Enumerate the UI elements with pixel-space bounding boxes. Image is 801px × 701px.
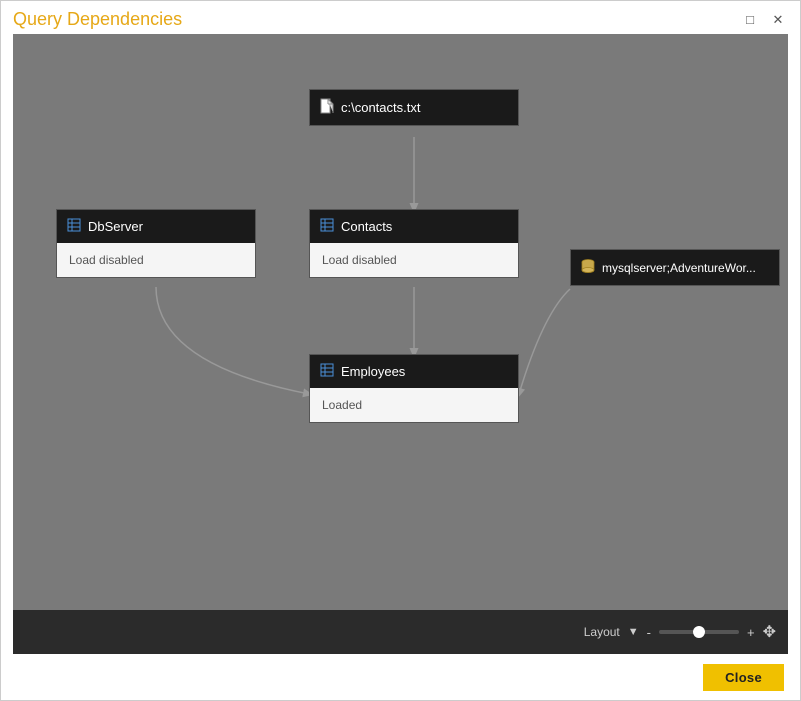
node-header-dbserver: DbServer xyxy=(57,210,255,243)
node-dbserver[interactable]: DbServer Load disabled xyxy=(56,209,256,278)
node-label-mysql: mysqlserver;AdventureWor... xyxy=(602,261,756,275)
window-controls: □ ✕ xyxy=(740,10,788,30)
node-status-contacts: Load disabled xyxy=(310,243,518,277)
db-icon xyxy=(581,258,595,277)
node-status-employees: Loaded xyxy=(310,388,518,422)
node-header-employees: Employees xyxy=(310,355,518,388)
node-status-dbserver: Load disabled xyxy=(57,243,255,277)
dependency-canvas: c:\contacts.txt DbServer Load disabled C… xyxy=(13,34,788,610)
main-window: Query Dependencies □ ✕ xyxy=(0,0,801,701)
window-title: Query Dependencies xyxy=(13,9,182,30)
node-label-dbserver: DbServer xyxy=(88,219,143,234)
node-contacts-txt[interactable]: c:\contacts.txt xyxy=(309,89,519,126)
zoom-track[interactable] xyxy=(659,630,739,634)
fit-to-screen-button[interactable]: ✥ xyxy=(763,622,776,642)
node-contacts[interactable]: Contacts Load disabled xyxy=(309,209,519,278)
title-bar: Query Dependencies □ ✕ xyxy=(1,1,800,34)
node-label-contacts-txt: c:\contacts.txt xyxy=(341,100,420,115)
minimize-button[interactable]: □ xyxy=(740,10,760,30)
chevron-down-icon: ▼ xyxy=(628,626,639,638)
close-window-button[interactable]: ✕ xyxy=(768,10,788,30)
node-employees[interactable]: Employees Loaded xyxy=(309,354,519,423)
node-mysql[interactable]: mysqlserver;AdventureWor... xyxy=(570,249,780,286)
node-label-employees: Employees xyxy=(341,364,405,379)
footer-row: Close xyxy=(1,654,800,700)
node-header-contacts-txt: c:\contacts.txt xyxy=(310,90,518,125)
node-header-contacts: Contacts xyxy=(310,210,518,243)
table-icon-contacts xyxy=(320,218,334,235)
layout-dropdown-button[interactable]: ▼ xyxy=(628,626,639,638)
table-icon-employees xyxy=(320,363,334,380)
zoom-thumb xyxy=(693,626,705,638)
bottom-toolbar: Layout ▼ - + ✥ xyxy=(13,610,788,654)
node-header-mysql: mysqlserver;AdventureWor... xyxy=(571,250,779,285)
zoom-plus-label: + xyxy=(747,625,755,640)
close-button[interactable]: Close xyxy=(703,664,784,691)
layout-label: Layout xyxy=(584,625,620,639)
zoom-minus-label: - xyxy=(647,625,651,640)
node-label-contacts: Contacts xyxy=(341,219,392,234)
file-icon xyxy=(320,98,334,117)
table-icon xyxy=(67,218,81,235)
